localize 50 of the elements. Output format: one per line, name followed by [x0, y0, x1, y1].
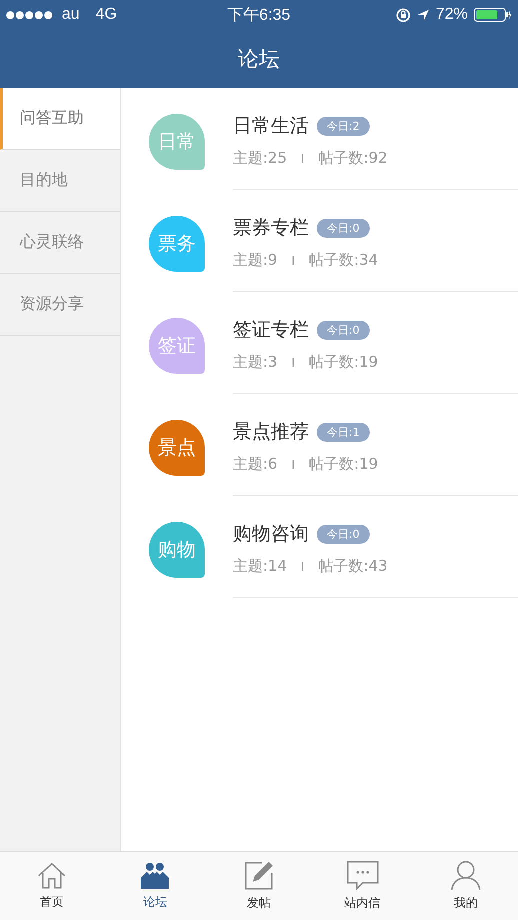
person-icon	[451, 860, 482, 890]
forum-icon: 景点	[149, 420, 205, 476]
edit-icon	[244, 860, 274, 890]
separator: I	[292, 458, 296, 472]
forum-icon: 日常	[149, 114, 205, 170]
forum-name[interactable]: 日常生活	[233, 113, 309, 139]
tab-item[interactable]: 论坛	[104, 852, 208, 920]
tab-item[interactable]: 站内信	[310, 852, 414, 920]
today-count: 今日:0	[317, 218, 370, 238]
topic-count: 主题:25	[233, 149, 288, 168]
status-time: 下午6:35	[227, 6, 291, 26]
today-count: 今日:0	[317, 524, 370, 544]
post-count: 帖子数:34	[309, 251, 378, 270]
today-count: 今日:1	[317, 422, 370, 442]
tab-item[interactable]: 发帖	[207, 852, 311, 920]
location-arrow-icon	[416, 8, 430, 22]
battery-percent: 72%	[436, 6, 468, 24]
signal-icon	[6, 10, 54, 20]
post-count: 帖子数:43	[318, 557, 388, 576]
carrier-name: au	[62, 6, 80, 24]
topic-count: 主题:3	[233, 353, 278, 372]
forum-name[interactable]: 景点推荐	[233, 419, 309, 445]
separator: I	[292, 356, 296, 370]
separator: I	[301, 560, 305, 574]
forum-icon: 票务	[149, 216, 205, 272]
sidebar-item[interactable]: 问答互助	[0, 88, 120, 150]
post-count: 帖子数:19	[309, 353, 378, 372]
forum-icon: 购物	[149, 522, 205, 578]
message-icon	[346, 860, 379, 890]
page-title: 论坛	[238, 46, 280, 73]
separator: I	[292, 254, 296, 268]
topic-count: 主题:9	[233, 251, 278, 270]
topic-count: 主题:6	[233, 455, 278, 474]
tab-item[interactable]: 首页	[0, 852, 104, 920]
home-icon	[36, 862, 67, 890]
topic-count: 主题:14	[233, 557, 288, 576]
post-count: 帖子数:19	[309, 455, 378, 474]
network-type: 4G	[96, 6, 118, 24]
forum-icon: 签证	[149, 318, 205, 374]
rotation-lock-icon	[396, 8, 411, 22]
today-count: 今日:2	[317, 116, 370, 136]
post-count: 帖子数:92	[318, 149, 388, 168]
forum-name[interactable]: 购物咨询	[233, 521, 309, 547]
battery-icon	[474, 8, 512, 22]
today-count: 今日:0	[317, 320, 370, 340]
people-icon	[140, 862, 170, 890]
separator: I	[301, 152, 305, 166]
forum-name[interactable]: 票券专栏	[233, 215, 309, 241]
tab-item[interactable]: 我的	[414, 852, 518, 920]
forum-name[interactable]: 签证专栏	[233, 317, 309, 343]
